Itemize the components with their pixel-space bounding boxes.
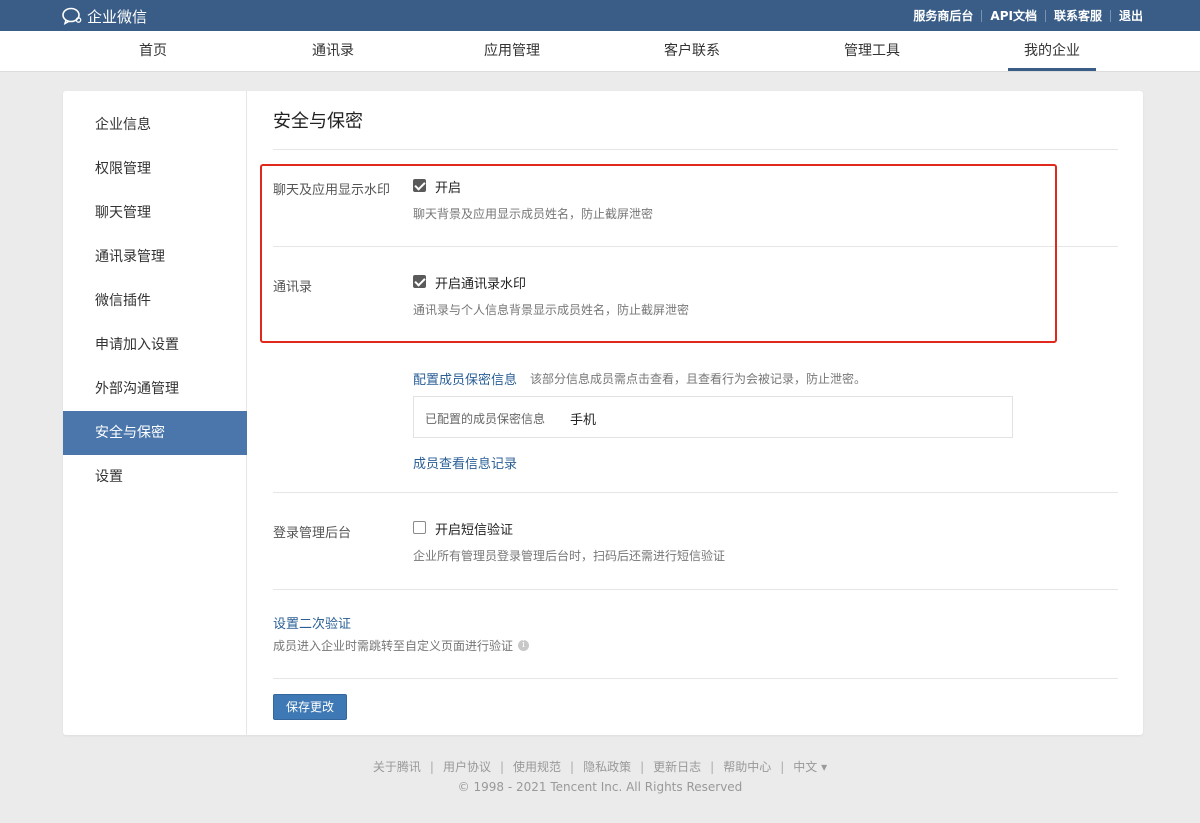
divider bbox=[273, 149, 1118, 150]
divider bbox=[273, 589, 1118, 590]
sidebar-item-chat[interactable]: 聊天管理 bbox=[63, 191, 247, 235]
footer-links: 关于腾讯 | 用户协议 | 使用规范 | 隐私政策 | 更新日志 | 帮助中心 | 中文 ▾ bbox=[0, 758, 1200, 775]
sms-verify-checkbox[interactable] bbox=[413, 521, 426, 534]
language-select[interactable]: 中文 ▾ bbox=[793, 760, 827, 774]
logout-link[interactable]: 退出 bbox=[1119, 7, 1143, 24]
sidebar-item-contacts[interactable]: 通讯录管理 bbox=[63, 235, 247, 279]
sidebar-item-permissions[interactable]: 权限管理 bbox=[63, 147, 247, 191]
footer-terms-link[interactable]: 用户协议 bbox=[443, 760, 491, 774]
tab-contacts[interactable]: 通讯录 bbox=[288, 31, 378, 71]
login-desc: 企业所有管理员登录管理后台时，扫码后还需进行短信验证 bbox=[413, 549, 726, 563]
sidebar-item-security[interactable]: 安全与保密 bbox=[63, 411, 247, 455]
info-icon[interactable]: i bbox=[518, 640, 529, 651]
sidebar-item-external[interactable]: 外部沟通管理 bbox=[63, 367, 247, 411]
divider: | bbox=[570, 760, 575, 774]
footer-rules-link[interactable]: 使用规范 bbox=[513, 760, 561, 774]
second-auth-desc: 成员进入企业时需跳转至自定义页面进行验证 bbox=[273, 639, 514, 653]
copyright: © 1998 - 2021 Tencent Inc. All Rights Re… bbox=[457, 780, 743, 794]
footer-privacy-link[interactable]: 隐私政策 bbox=[583, 760, 631, 774]
divider: | bbox=[780, 760, 785, 774]
brand-name: 企业微信 bbox=[87, 7, 148, 26]
contact-support-link[interactable]: 联系客服 bbox=[1054, 7, 1102, 24]
divider bbox=[273, 678, 1118, 679]
divider bbox=[981, 9, 983, 22]
tab-tools[interactable]: 管理工具 bbox=[827, 31, 917, 71]
api-docs-link[interactable]: API文档 bbox=[990, 7, 1037, 24]
content-area: 安全与保密 聊天及应用显示水印 开启 聊天背景及应用显示成员姓名，防止截屏泄密 … bbox=[248, 91, 1143, 735]
footer-changelog-link[interactable]: 更新日志 bbox=[653, 760, 701, 774]
sidebar-item-wechat-plugin[interactable]: 微信插件 bbox=[63, 279, 247, 323]
secret-config-value: 手机 bbox=[570, 413, 597, 428]
sidebar-item-enterprise-info[interactable]: 企业信息 bbox=[63, 103, 247, 147]
divider: | bbox=[429, 760, 434, 774]
configure-secret-link[interactable]: 配置成员保密信息 bbox=[413, 369, 517, 388]
footer-help-link[interactable]: 帮助中心 bbox=[723, 760, 771, 774]
divider: | bbox=[710, 760, 715, 774]
secret-config-box: 已配置的成员保密信息 手机 bbox=[413, 396, 1013, 438]
secret-config-label: 已配置的成员保密信息 bbox=[425, 412, 546, 426]
main-nav: 首页 通讯录 应用管理 客户联系 管理工具 我的企业 bbox=[0, 31, 1200, 72]
tab-customer[interactable]: 客户联系 bbox=[647, 31, 737, 71]
login-label: 登录管理后台 bbox=[273, 526, 352, 541]
tab-home[interactable]: 首页 bbox=[108, 31, 198, 71]
page-title: 安全与保密 bbox=[273, 111, 363, 132]
service-provider-link[interactable]: 服务商后台 bbox=[913, 7, 973, 24]
view-records-link[interactable]: 成员查看信息记录 bbox=[413, 453, 517, 472]
divider bbox=[1109, 9, 1111, 22]
divider: | bbox=[499, 760, 505, 774]
tab-apps[interactable]: 应用管理 bbox=[467, 31, 557, 71]
main-panel: 企业信息 权限管理 聊天管理 通讯录管理 微信插件 申请加入设置 外部沟通管理 … bbox=[63, 91, 1143, 735]
top-bar: 企业微信 服务商后台 API文档 联系客服 退出 bbox=[0, 0, 1200, 31]
tab-my-enterprise[interactable]: 我的企业 bbox=[1008, 31, 1096, 71]
top-links: 服务商后台 API文档 联系客服 退出 bbox=[913, 7, 1143, 24]
sidebar: 企业信息 权限管理 聊天管理 通讯录管理 微信插件 申请加入设置 外部沟通管理 … bbox=[63, 91, 247, 735]
wecom-logo-icon bbox=[62, 7, 82, 25]
save-button[interactable]: 保存更改 bbox=[273, 694, 347, 720]
secret-note: 该部分信息成员需点击查看，且查看行为会被记录，防止泄密。 bbox=[530, 372, 867, 386]
sidebar-item-join-settings[interactable]: 申请加入设置 bbox=[63, 323, 247, 367]
divider: | bbox=[640, 760, 645, 774]
highlight-box bbox=[260, 164, 1057, 343]
footer-about-link[interactable]: 关于腾讯 bbox=[373, 760, 421, 774]
sidebar-item-settings[interactable]: 设置 bbox=[63, 455, 247, 499]
brand-logo[interactable]: 企业微信 bbox=[62, 6, 147, 26]
divider bbox=[273, 492, 1118, 493]
sms-verify-option-label[interactable]: 开启短信验证 bbox=[435, 519, 513, 538]
second-auth-link[interactable]: 设置二次验证 bbox=[273, 613, 351, 632]
divider bbox=[1044, 9, 1046, 22]
